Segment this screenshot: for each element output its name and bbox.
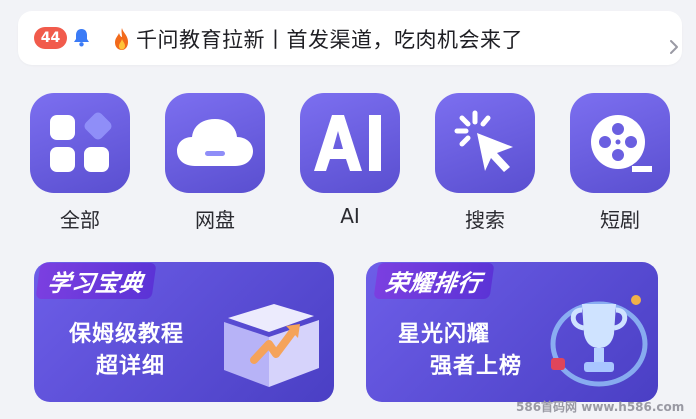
film-reel-icon xyxy=(591,115,652,172)
ai-icon xyxy=(314,115,381,171)
banner-study-line1: 保姆级教程 xyxy=(69,322,185,347)
chevron-right-icon[interactable] xyxy=(669,39,679,55)
notice-bar[interactable]: 44 千问教育拉新丨首发渠道，吃肉机会来了 xyxy=(18,11,682,65)
tile-search[interactable] xyxy=(435,93,535,193)
unread-count-badge: 44 xyxy=(34,27,67,49)
tile-all[interactable] xyxy=(30,93,130,193)
watermark: 586首码网 www.h586.com xyxy=(516,400,685,414)
grid-label-drama: 短剧 xyxy=(600,208,640,232)
tile-drama[interactable] xyxy=(570,93,670,193)
trophy-icon xyxy=(550,295,648,387)
banner-honor-line2: 强者上榜 xyxy=(430,354,523,379)
banner-study-line2: 超详细 xyxy=(96,354,166,379)
grid-label-ai: AI xyxy=(340,204,360,228)
grid-label-all: 全部 xyxy=(60,208,100,232)
grid-label-search: 搜索 xyxy=(465,208,505,232)
grid-item-cloud[interactable]: 网盘 xyxy=(165,93,265,233)
grid-item-ai[interactable]: AI xyxy=(300,93,400,233)
banner-honor-tag: 荣耀排行 xyxy=(373,263,495,299)
apps-grid-icon xyxy=(50,112,112,172)
grid-item-all[interactable]: 全部 xyxy=(30,93,130,233)
grid-label-cloud: 网盘 xyxy=(195,208,235,232)
tile-cloud[interactable] xyxy=(165,93,265,193)
tile-ai[interactable] xyxy=(300,93,400,193)
banner-honor-line1: 星光闪耀 xyxy=(398,322,491,347)
bell-icon xyxy=(74,29,89,47)
cursor-click-icon xyxy=(454,110,513,172)
fire-icon xyxy=(115,28,128,50)
banner-study-tag: 学习宝典 xyxy=(35,263,157,299)
grid-item-drama[interactable]: 短剧 xyxy=(570,93,670,233)
notice-text: 千问教育拉新丨首发渠道，吃肉机会来了 xyxy=(136,28,523,52)
book-icon xyxy=(224,304,319,387)
cloud-drive-icon xyxy=(177,119,253,166)
grid-item-search[interactable]: 搜索 xyxy=(435,93,535,233)
